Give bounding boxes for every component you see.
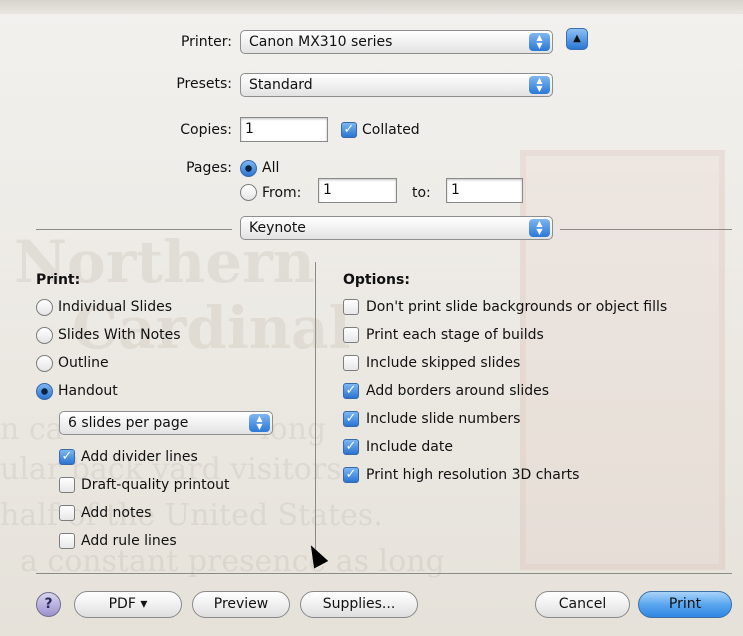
individual-slides-label: Individual Slides xyxy=(58,299,173,315)
background-slide-text: half of the United States. xyxy=(0,498,383,533)
draft-quality-label: Draft-quality printout xyxy=(81,477,230,493)
high-res-charts-label: Print high resolution 3D charts xyxy=(366,467,580,483)
include-date-label: Include date xyxy=(366,439,453,455)
high-res-charts-checkbox[interactable]: ✓ xyxy=(343,467,359,483)
handout-label: Handout xyxy=(58,383,118,399)
print-button[interactable]: Print xyxy=(638,591,732,618)
slides-per-page-popup[interactable]: 6 slides per page ▲ ▼ xyxy=(59,411,273,435)
pages-from-label: From: xyxy=(262,185,302,201)
pages-all-radio[interactable] xyxy=(240,160,257,177)
copies-label: Copies: xyxy=(180,122,232,138)
pages-label: Pages: xyxy=(186,160,232,176)
print-builds-label: Print each stage of builds xyxy=(366,327,544,343)
options-section-title: Options: xyxy=(343,272,410,288)
popup-arrows-icon: ▲ ▼ xyxy=(249,414,270,432)
presets-label: Presets: xyxy=(176,76,232,92)
slides-per-page-value: 6 slides per page xyxy=(68,415,189,431)
add-borders-checkbox[interactable]: ✓ xyxy=(343,383,359,399)
pdf-menu-button[interactable]: PDF ▾ xyxy=(74,591,182,618)
add-notes-label: Add notes xyxy=(81,505,152,521)
popup-arrows-icon: ▲ ▼ xyxy=(529,33,550,51)
popup-arrows-icon: ▲ ▼ xyxy=(529,219,550,237)
slides-with-notes-label: Slides With Notes xyxy=(58,327,181,343)
outline-radio[interactable] xyxy=(36,355,53,372)
print-dialog: Northern Cardinal n ca long ular back ya… xyxy=(0,0,743,636)
add-rule-lines-checkbox[interactable] xyxy=(59,533,75,549)
background-slide-image xyxy=(520,150,725,570)
slide-numbers-label: Include slide numbers xyxy=(366,411,521,427)
pages-from-field[interactable]: 1 xyxy=(318,178,397,203)
collated-checkbox[interactable]: ✓ xyxy=(341,122,357,138)
presets-popup[interactable]: Standard ▲ ▼ xyxy=(240,73,553,97)
outline-label: Outline xyxy=(58,355,109,371)
add-divider-lines-label: Add divider lines xyxy=(81,449,198,465)
pages-all-label: All xyxy=(262,160,280,176)
include-date-checkbox[interactable]: ✓ xyxy=(343,439,359,455)
window-top-strip xyxy=(0,0,743,14)
disclosure-triangle-button[interactable]: ▲ xyxy=(566,28,588,50)
add-rule-lines-label: Add rule lines xyxy=(81,533,177,549)
background-slide-text: n ca xyxy=(0,412,64,447)
pages-to-label: to: xyxy=(412,185,431,201)
draft-quality-checkbox[interactable] xyxy=(59,477,75,493)
preview-button[interactable]: Preview xyxy=(192,591,290,618)
include-skipped-label: Include skipped slides xyxy=(366,355,521,371)
printer-label: Printer: xyxy=(180,34,232,50)
pages-from-radio[interactable] xyxy=(240,184,257,201)
include-skipped-checkbox[interactable] xyxy=(343,355,359,371)
bottom-separator xyxy=(36,573,732,574)
handout-radio[interactable] xyxy=(36,383,53,400)
no-backgrounds-label: Don't print slide backgrounds or object … xyxy=(366,299,668,315)
section-separator xyxy=(560,229,732,230)
section-separator xyxy=(36,229,232,230)
printer-value: Canon MX310 series xyxy=(249,34,393,50)
slides-with-notes-radio[interactable] xyxy=(36,327,53,344)
supplies-button[interactable]: Supplies... xyxy=(300,591,418,618)
column-divider xyxy=(315,262,316,562)
cancel-button[interactable]: Cancel xyxy=(535,591,630,618)
copies-field[interactable]: 1 xyxy=(240,117,328,142)
individual-slides-radio[interactable] xyxy=(36,299,53,316)
print-section-title: Print: xyxy=(36,272,81,288)
no-backgrounds-checkbox[interactable] xyxy=(343,299,359,315)
popup-arrows-icon: ▲ ▼ xyxy=(529,76,550,94)
app-section-value: Keynote xyxy=(249,220,306,236)
print-builds-checkbox[interactable] xyxy=(343,327,359,343)
add-borders-label: Add borders around slides xyxy=(366,383,550,399)
add-notes-checkbox[interactable] xyxy=(59,505,75,521)
printer-popup[interactable]: Canon MX310 series ▲ ▼ xyxy=(240,30,553,54)
app-section-popup[interactable]: Keynote ▲ ▼ xyxy=(240,216,553,240)
add-divider-lines-checkbox[interactable]: ✓ xyxy=(59,449,75,465)
slide-numbers-checkbox[interactable]: ✓ xyxy=(343,411,359,427)
presets-value: Standard xyxy=(249,77,313,93)
pages-to-field[interactable]: 1 xyxy=(446,178,523,203)
collated-label: Collated xyxy=(362,122,420,138)
help-button[interactable]: ? xyxy=(36,592,61,617)
